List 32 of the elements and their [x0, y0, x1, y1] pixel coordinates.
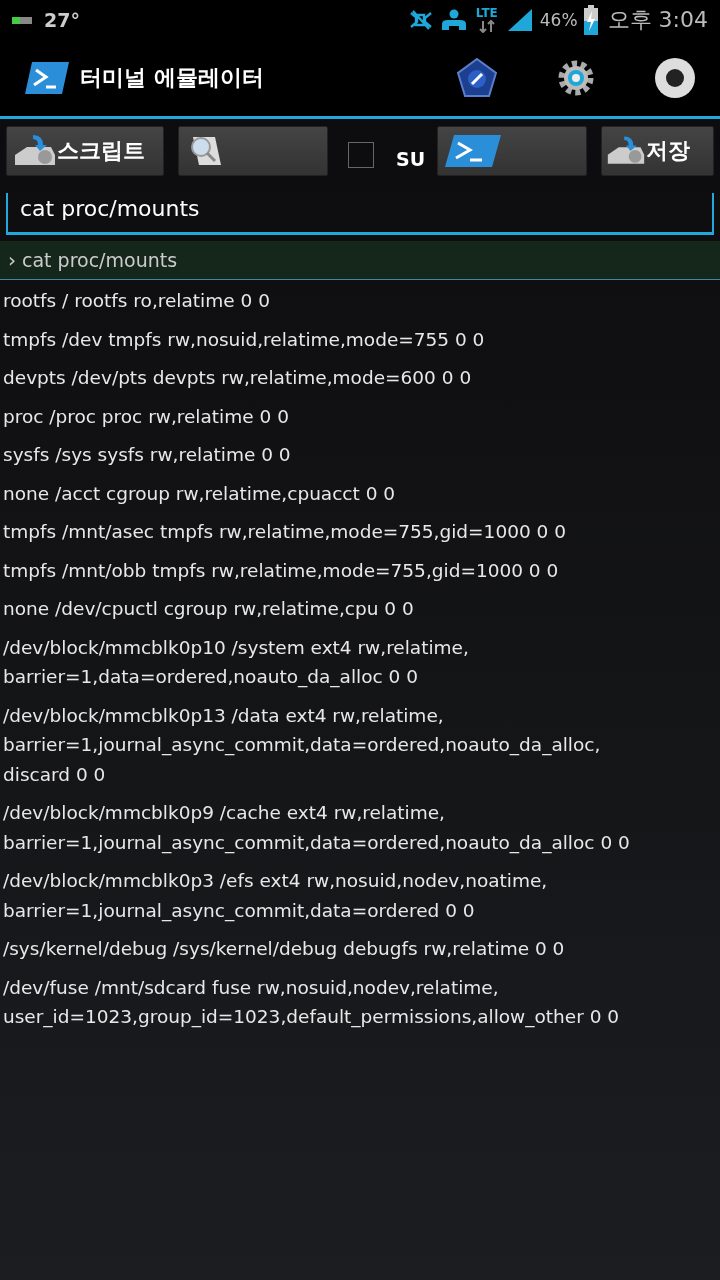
prompt-icon: ›	[8, 248, 16, 272]
output-line: barrier=1,data=ordered,noauto_da_alloc 0 0	[3, 665, 419, 690]
script-button[interactable]: 스크립트	[6, 126, 165, 176]
app-title: 터미널 에뮬레이터	[80, 64, 264, 92]
output-line: proc /proc proc rw,relatime 0 0	[3, 404, 290, 429]
command-field[interactable]: cat proc/mounts	[6, 193, 714, 235]
output-line: /dev/block/mmcblk0p9 /cache ext4 rw,relatime,	[3, 801, 446, 825]
output-line: none /dev/cpuctl cgroup rw,relatime,cpu 0 0	[3, 597, 415, 621]
network-type-text: LTE	[475, 7, 498, 19]
output-line: tmpfs /mnt/asec tmpfs rw,relatime,mode=755,gid=1000 0 0	[3, 520, 567, 544]
output-line: /dev/block/mmcblk0p3 /efs ext4 rw,nosuid,nodev,noatime,	[3, 869, 549, 893]
output-line: /dev/block/mmcblk0p10 /system ext4 rw,relatime,	[3, 635, 470, 660]
battery-percent: 46%	[539, 10, 578, 30]
output-line: /dev/fuse /mnt/sdcard fuse rw,nosuid,nodev,relatime,	[3, 975, 500, 1000]
output-line: devpts /dev/pts devpts rw,relatime,mode=600 0 0	[3, 366, 473, 390]
output-line: /sys/kernel/debug /sys/kernel/debug debugfs rw,relatime 0 0	[3, 937, 566, 961]
output-line: sysfs /sys sysfs rw,relatime 0 0	[3, 443, 292, 467]
output-line: user_id=1023,group_id=1023,default_permissions,allow_other 0 0	[3, 1005, 621, 1030]
output-line: none /acct cgroup rw,relatime,cpuacct 0 0	[3, 481, 397, 506]
command-echo: cat proc/mounts	[22, 249, 178, 271]
output-line: barrier=1,journal_async_commit,data=ordered,noauto_da_alloc,	[3, 733, 602, 758]
output-line: barrier=1,journal_async_commit,data=ordered 0 0	[3, 898, 476, 924]
output-line: tmpfs /dev tmpfs rw,nosuid,relatime,mode=755 0 0	[3, 327, 486, 352]
output-line: discard 0 0	[3, 762, 107, 787]
save-button[interactable]: 저장	[601, 126, 714, 176]
temperature-text: 27°	[44, 9, 80, 31]
clock-text: 오후 3:04	[607, 6, 708, 34]
output-line: barrier=1,journal_async_commit,data=ordered,noauto_da_alloc 0 0	[3, 830, 631, 856]
output-line: rootfs / rootfs ro,relatime 0 0	[3, 289, 271, 313]
output-line: tmpfs /mnt/obb tmpfs rw,relatime,mode=755,gid=1000 0 0	[3, 558, 560, 583]
su-label: SU	[396, 148, 426, 170]
output-line: /dev/block/mmcblk0p13 /data ext4 rw,relatime,	[3, 703, 445, 728]
